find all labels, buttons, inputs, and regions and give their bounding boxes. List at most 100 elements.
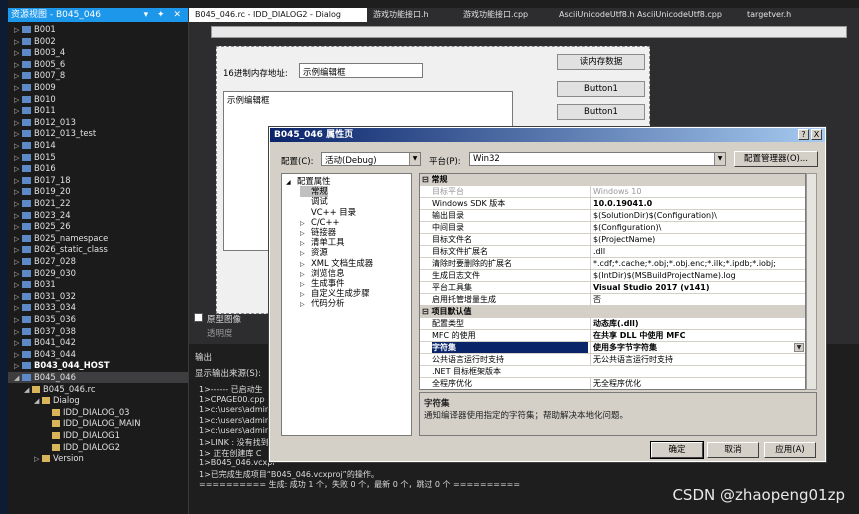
property-value[interactable]: Visual Studio 2017 (v141) (590, 282, 805, 293)
cancel-button[interactable]: 取消 (707, 442, 759, 458)
property-row[interactable]: 平台工具集 Visual Studio 2017 (v141) (420, 282, 805, 294)
tree-item[interactable]: IDD_DIALOG_03 (8, 407, 188, 418)
editor-tab[interactable]: 游戏功能接口.cpp (457, 8, 553, 22)
collapsed-arrow-icon[interactable]: ▷ (34, 454, 42, 465)
tree-item[interactable]: ▷ B021_22 (8, 198, 188, 209)
button1-a[interactable]: Button1 (557, 81, 645, 97)
tree-item[interactable]: ▷ B043_044_HOST (8, 360, 188, 371)
apply-button[interactable]: 应用(A) (764, 442, 816, 458)
property-row[interactable]: MFC 的使用 在共享 DLL 中使用 MFC (420, 330, 805, 342)
tree-item[interactable]: ▷ B014 (8, 140, 188, 151)
tree-item[interactable]: ▷ B011 (8, 105, 188, 116)
property-value[interactable]: 10.0.19041.0 (590, 198, 805, 209)
property-value[interactable]: $(SolutionDir)$(Configuration)\ (590, 210, 805, 221)
tree-item[interactable]: ▷ B007_8 (8, 70, 188, 81)
property-value[interactable]: $(ProjectName) (590, 234, 805, 245)
tree-item[interactable]: ▷ B026_static_class (8, 244, 188, 255)
tree-item[interactable]: ▷ B023_24 (8, 210, 188, 221)
property-value[interactable]: 无公共语言运行时支持 (590, 354, 805, 365)
property-row[interactable]: 配置类型 动态库(.dll) (420, 318, 805, 330)
button1-b[interactable]: Button1 (557, 104, 645, 120)
tree-item[interactable]: ▷ B027_028 (8, 256, 188, 267)
collapsed-arrow-icon[interactable]: ▷ (300, 299, 311, 310)
close-button[interactable]: X (811, 129, 822, 140)
property-row[interactable]: 全程序优化 无全程序优化 (420, 378, 805, 389)
editor-tab[interactable]: B045_046.rc - IDD_DIALOG2 - Dialog (189, 8, 367, 22)
project-icon (22, 316, 31, 323)
tree-item[interactable]: ▷ B031_032 (8, 291, 188, 302)
property-row[interactable]: 输出目录 $(SolutionDir)$(Configuration)\ (420, 210, 805, 222)
property-category-row[interactable]: ⊟ 项目默认值 (420, 306, 805, 318)
property-row[interactable]: 目标文件名 $(ProjectName) (420, 234, 805, 246)
property-value[interactable]: 否 (590, 294, 805, 305)
property-grid-scrollbar[interactable] (806, 173, 817, 390)
tree-item[interactable]: ▷ B019_20 (8, 186, 188, 197)
platform-select[interactable]: Win32 ▼ (469, 152, 726, 166)
pin-close-icons[interactable]: ▾ ✦ ✕ (144, 8, 188, 22)
tree-item[interactable]: ▷ B025_namespace (8, 233, 188, 244)
property-category-row[interactable]: ⊟ 常规 (420, 174, 805, 186)
property-value[interactable]: $(Configuration)\ (590, 222, 805, 233)
address-edit[interactable]: 示例编辑框 (299, 63, 423, 78)
tree-item[interactable]: ▷ B001 (8, 24, 188, 35)
editor-tab[interactable]: 游戏功能接口.h (367, 8, 457, 22)
property-value[interactable]: *.cdf;*.cache;*.obj;*.obj.enc;*.ilk;*.ip… (590, 258, 805, 269)
chevron-down-icon[interactable]: ▼ (794, 343, 804, 352)
property-value[interactable]: 在共享 DLL 中使用 MFC (590, 330, 805, 341)
property-row[interactable]: .NET 目标框架版本 (420, 366, 805, 378)
expanded-arrow-icon[interactable]: ◢ (286, 177, 297, 188)
property-row[interactable]: 启用托管增量生成 否 (420, 294, 805, 306)
property-value[interactable]: $(IntDir)$(MSBuildProjectName).log (590, 270, 805, 281)
property-value[interactable]: .dll (590, 246, 805, 257)
tree-item[interactable]: ▷ B012_013_test (8, 128, 188, 139)
tree-item[interactable]: ▷ B015 (8, 152, 188, 163)
tree-item[interactable]: ▷ Version (8, 453, 188, 464)
tree-item[interactable]: ▷ B016 (8, 163, 188, 174)
tree-item[interactable]: ▷ B017_18 (8, 175, 188, 186)
ok-button[interactable]: 确定 (650, 441, 704, 459)
tree-item[interactable]: IDD_DIALOG2 (8, 442, 188, 453)
property-row[interactable]: 公共语言运行时支持 无公共语言运行时支持 (420, 354, 805, 366)
tree-item[interactable]: ▷ B033_034 (8, 302, 188, 313)
property-value[interactable]: 使用多字节字符集 (590, 342, 805, 353)
tree-item[interactable]: IDD_DIALOG1 (8, 430, 188, 441)
property-row[interactable]: Windows SDK 版本 10.0.19041.0 (420, 198, 805, 210)
editor-tab[interactable]: AsciiUnicodeUtf8.h (553, 8, 634, 22)
help-button[interactable]: ? (798, 129, 809, 140)
read-memory-button[interactable]: 读内存数据 (557, 54, 645, 70)
tree-item[interactable]: ▷ B043_044 (8, 349, 188, 360)
property-value[interactable]: Windows 10 (590, 186, 805, 197)
prototype-checkbox[interactable] (194, 313, 203, 322)
property-grid[interactable]: ⊟ 常规 目标平台 Windows 10 Windows SDK 版本 10.0.190… (419, 173, 806, 390)
property-category-tree[interactable]: ◢ 配置属性 常规 调试 VC++ 目录 ▷ C/C++ ▷ 链接器 ▷ 清单工具 ▷ 资源 ▷ XML 文… (281, 173, 412, 436)
tree-item[interactable]: ▷ B025_26 (8, 221, 188, 232)
tree-item[interactable]: ▷ B037_038 (8, 326, 188, 337)
property-row[interactable]: 清除时要删除的扩展名 *.cdf;*.cache;*.obj;*.obj.enc;… (420, 258, 805, 270)
property-row[interactable]: 目标平台 Windows 10 (420, 186, 805, 198)
property-value[interactable]: 无全程序优化 (590, 378, 805, 389)
tree-item[interactable]: ▷ B029_030 (8, 268, 188, 279)
editor-tab[interactable]: AsciiUnicodeUtf8.cpp (631, 8, 741, 22)
property-row[interactable]: 中间目录 $(Configuration)\ (420, 222, 805, 234)
editor-tab[interactable]: targetver.h (741, 8, 825, 22)
config-manager-button[interactable]: 配置管理器(O)... (734, 151, 818, 167)
tree-item[interactable]: ◢ Dialog (8, 395, 188, 406)
config-select[interactable]: 活动(Debug) ▼ (321, 152, 421, 166)
property-row[interactable]: 生成日志文件 $(IntDir)$(MSBuildProjectName).log (420, 270, 805, 282)
property-row[interactable]: 字符集 使用多字节字符集 ▼ (420, 342, 805, 354)
tree-item[interactable]: ▷ B009 (8, 82, 188, 93)
tree-item[interactable]: ▷ B035_036 (8, 314, 188, 325)
tree-item[interactable]: ▷ B005_6 (8, 59, 188, 70)
property-row[interactable]: 目标文件扩展名 .dll (420, 246, 805, 258)
tree-item[interactable]: ▷ B012_013 (8, 117, 188, 128)
tree-item[interactable]: ▷ B002 (8, 36, 188, 47)
tree-item[interactable]: ▷ B041_042 (8, 337, 188, 348)
tree-item[interactable]: ▷ B003_4 (8, 47, 188, 58)
tree-item[interactable]: IDD_DIALOG_MAIN (8, 418, 188, 429)
property-tree-item[interactable]: ▷ 代码分析 (300, 298, 345, 310)
tree-item[interactable]: ▷ B010 (8, 94, 188, 105)
tree-item[interactable]: ◢ B045_046 (8, 372, 188, 384)
tree-item[interactable]: ◢ B045_046.rc (8, 384, 188, 395)
tree-item[interactable]: ▷ B031 (8, 279, 188, 290)
property-value[interactable]: 动态库(.dll) (590, 318, 805, 329)
